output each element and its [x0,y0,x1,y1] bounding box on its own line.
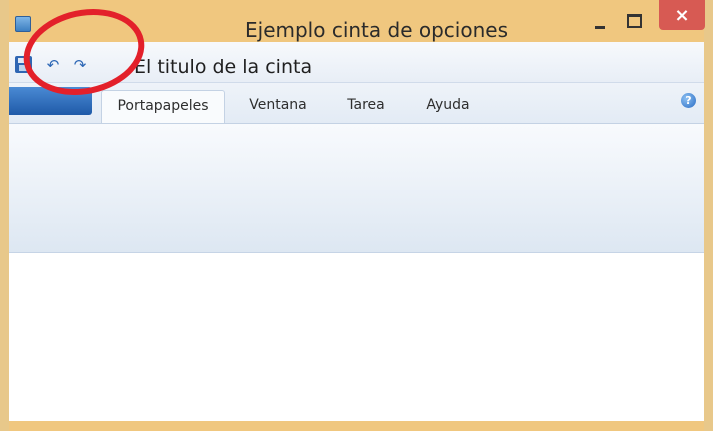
window-bottom-border [9,421,704,431]
tab-tarea[interactable]: Tarea [339,90,393,123]
tab-portapapeles[interactable]: Portapapeles [101,90,225,124]
close-icon: × [674,4,690,26]
close-button[interactable]: × [659,0,705,30]
maximize-button[interactable] [619,6,649,36]
ribbon-panel [9,123,704,253]
application-window: Ejemplo cinta de opciones × ↶ ↷ El titul… [0,0,713,431]
tab-ayuda[interactable]: Ayuda [417,90,479,123]
minimize-icon [595,25,605,29]
tab-ventana[interactable]: Ventana [239,90,317,123]
help-icon[interactable]: ? [681,93,696,108]
maximize-icon [626,14,642,28]
ribbon-title: El titulo de la cinta [134,56,313,78]
ribbon-tab-bar: Portapapeles Ventana Tarea Ayuda ? [9,83,704,124]
minimize-button[interactable] [585,8,615,38]
content-area [9,253,704,421]
